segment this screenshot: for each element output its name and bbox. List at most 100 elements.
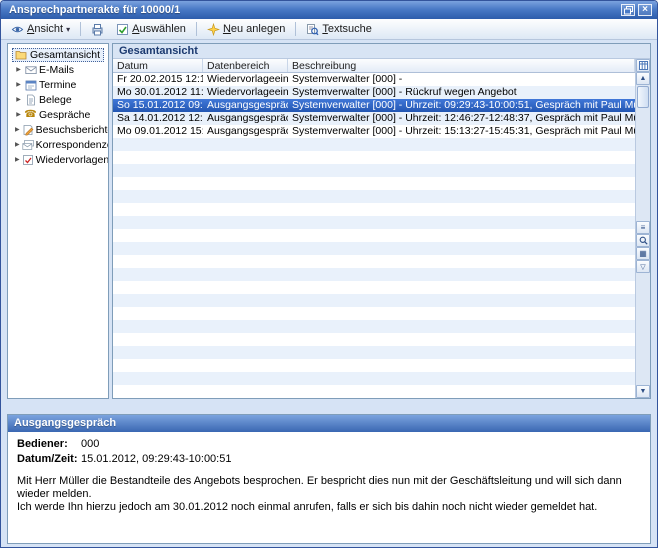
sidebar-item-termine[interactable]: ▶ Termine (8, 77, 108, 92)
table-wrap: Datum Datenbereich Beschreibung Fr 20.02… (113, 59, 650, 398)
field-datum-zeit: Datum/Zeit: 15.01.2012, 09:29:43-10:00:5… (17, 453, 641, 465)
cell-beschreibung: Systemverwalter [000] - (288, 73, 635, 86)
close-button[interactable]: × (638, 4, 652, 16)
auswaehlen-button[interactable]: Auswählen (111, 21, 191, 38)
splitter[interactable] (4, 402, 654, 414)
field-value: 000 (81, 438, 99, 450)
task-icon (22, 154, 34, 166)
print-button[interactable] (86, 21, 109, 38)
search-button[interactable] (636, 234, 650, 247)
expand-arrow-icon[interactable]: ▶ (15, 126, 20, 133)
table-row[interactable]: Fr 20.02.2015 12:18 Wiedervorlageeintrag… (113, 73, 635, 86)
expand-arrow-icon[interactable]: ▶ (15, 156, 20, 163)
view-title: Gesamtansicht (113, 44, 650, 59)
toolbar-separator (80, 22, 81, 36)
sidebar-item-belege[interactable]: ▶ Belege (8, 92, 108, 107)
restore-button[interactable] (621, 4, 635, 16)
text-search-icon (306, 23, 319, 36)
cell-datenbereich: Ausgangsgespräch (203, 99, 288, 112)
cell-datum: Fr 20.02.2015 12:18 (113, 73, 203, 86)
sidebar-item-korrespondenzen[interactable]: ▶ Korrespondenzen (8, 137, 108, 152)
scroll-down-button[interactable]: ▼ (636, 385, 650, 398)
scrollbar-thumb[interactable] (637, 86, 649, 108)
ansicht-menu-button[interactable]: Ansicht ▾ (6, 21, 75, 38)
sidebar-item-label: Korrespondenzen (36, 139, 109, 151)
sidebar-item-gespraeche[interactable]: ▶ ☎ Gespräche (8, 107, 108, 122)
cell-datum: So 15.01.2012 09:29 (113, 99, 203, 112)
view-icon (11, 23, 24, 36)
table-row-selected[interactable]: So 15.01.2012 09:29 Ausgangsgespräch Sys… (113, 99, 635, 112)
search-icon (639, 236, 648, 245)
filter-button[interactable]: ▽ (636, 260, 650, 273)
scrollbar-track[interactable] (636, 273, 650, 385)
list-button[interactable]: ≡ (636, 221, 650, 234)
column-header-datenbereich[interactable]: Datenbereich (203, 59, 288, 72)
tree-selection-box: Gesamtansicht (12, 48, 104, 62)
detail-panel: Ausgangsgespräch Bediener: 000 Datum/Zei… (7, 414, 651, 544)
records-table: Datum Datenbereich Beschreibung Fr 20.02… (113, 59, 635, 398)
grid-view-button[interactable]: ▦ (636, 247, 650, 260)
sidebar-item-gesamtansicht[interactable]: Gesamtansicht (8, 47, 108, 62)
report-icon (22, 124, 34, 136)
column-header-datum[interactable]: Datum (113, 59, 203, 72)
letters-icon (22, 139, 34, 151)
expand-arrow-icon[interactable]: ▶ (15, 81, 22, 88)
field-value: 15.01.2012, 09:29:43-10:00:51 (81, 453, 231, 465)
new-icon (207, 23, 220, 36)
document-icon (24, 94, 37, 106)
detail-text: Mit Herr Müller die Bestandteile des Ang… (17, 475, 641, 514)
expand-arrow-icon[interactable]: ▶ (15, 111, 22, 118)
table-body: Fr 20.02.2015 12:18 Wiedervorlageeintrag… (113, 73, 635, 398)
expand-arrow-icon[interactable]: ▶ (15, 141, 20, 148)
print-icon (91, 23, 104, 36)
table-row[interactable]: Mo 30.01.2012 11:30 Wiedervorlageeintrag… (113, 86, 635, 99)
toolbar-separator (295, 22, 296, 36)
textsuche-label: Textsuche (322, 23, 372, 35)
detail-text-line: Ich werde Ihn hierzu jedoch am 30.01.201… (17, 501, 641, 514)
cell-beschreibung: Systemverwalter [000] - Uhrzeit: 12:46:2… (288, 112, 635, 125)
field-bediener: Bediener: 000 (17, 438, 641, 450)
toolbar-separator (196, 22, 197, 36)
cell-beschreibung: Systemverwalter [000] - Rückruf wegen An… (288, 86, 635, 99)
sidebar-item-besuchsberichte[interactable]: ▶ Besuchsberichte (8, 122, 108, 137)
column-header-beschreibung[interactable]: Beschreibung (288, 59, 635, 72)
sidebar-item-wiedervorlagen[interactable]: ▶ Wiedervorlagen (8, 152, 108, 167)
field-label: Datum/Zeit: (17, 453, 81, 465)
main-panel: Gesamtansicht Datum Datenbereich Beschre… (112, 43, 651, 399)
restore-icon (624, 6, 633, 15)
sidebar-item-label: Belege (39, 94, 72, 106)
cell-datenbereich: Ausgangsgespräch (203, 112, 288, 125)
scrollbar-rail: ▲ ≡ ▦ ▽ ▼ (635, 59, 650, 398)
grid-icon (639, 61, 648, 70)
titlebar[interactable]: Ansprechpartnerakte für 10000/1 × (1, 1, 657, 19)
neu-anlegen-button[interactable]: Neu anlegen (202, 21, 290, 38)
neu-anlegen-label: Neu anlegen (223, 23, 285, 35)
scrollbar-track[interactable] (636, 109, 650, 221)
sidebar-item-label: Wiedervorlagen (36, 154, 109, 166)
scroll-up-button[interactable]: ▲ (636, 72, 650, 85)
sidebar-item-emails[interactable]: ▶ E-Mails (8, 62, 108, 77)
chevron-down-icon: ▾ (66, 25, 70, 34)
expand-arrow-icon[interactable]: ▶ (15, 66, 22, 73)
detail-text-line: Mit Herr Müller die Bestandteile des Ang… (17, 475, 641, 501)
email-icon (24, 64, 37, 76)
expand-arrow-icon[interactable]: ▶ (15, 96, 22, 103)
table-row[interactable]: Sa 14.01.2012 12:46 Ausgangsgespräch Sys… (113, 112, 635, 125)
column-chooser-button[interactable] (636, 59, 650, 72)
cell-datum: Mo 09.01.2012 15:13 (113, 125, 203, 138)
folder-icon (14, 49, 27, 61)
cell-beschreibung: Systemverwalter [000] - Uhrzeit: 09:29:4… (288, 99, 635, 112)
textsuche-button[interactable]: Textsuche (301, 21, 377, 38)
sidebar-item-label: Termine (39, 79, 76, 91)
toolbar: Ansicht ▾ Auswählen Neu anlegen Textsuch… (1, 19, 657, 40)
content-area: Gesamtansicht ▶ E-Mails ▶ Termine ▶ (4, 40, 654, 402)
cell-datenbereich: Wiedervorlageeintrag (203, 73, 288, 86)
cell-datum: Mo 30.01.2012 11:30 (113, 86, 203, 99)
window-title: Ansprechpartnerakte für 10000/1 (9, 4, 618, 16)
sidebar-item-label: E-Mails (39, 64, 74, 76)
sidebar-tree: Gesamtansicht ▶ E-Mails ▶ Termine ▶ (7, 43, 109, 399)
table-row[interactable]: Mo 09.01.2012 15:13 Ausgangsgespräch Sys… (113, 125, 635, 138)
phone-icon: ☎ (24, 110, 37, 120)
check-icon (116, 23, 129, 36)
cell-beschreibung: Systemverwalter [000] - Uhrzeit: 15:13:2… (288, 125, 635, 138)
